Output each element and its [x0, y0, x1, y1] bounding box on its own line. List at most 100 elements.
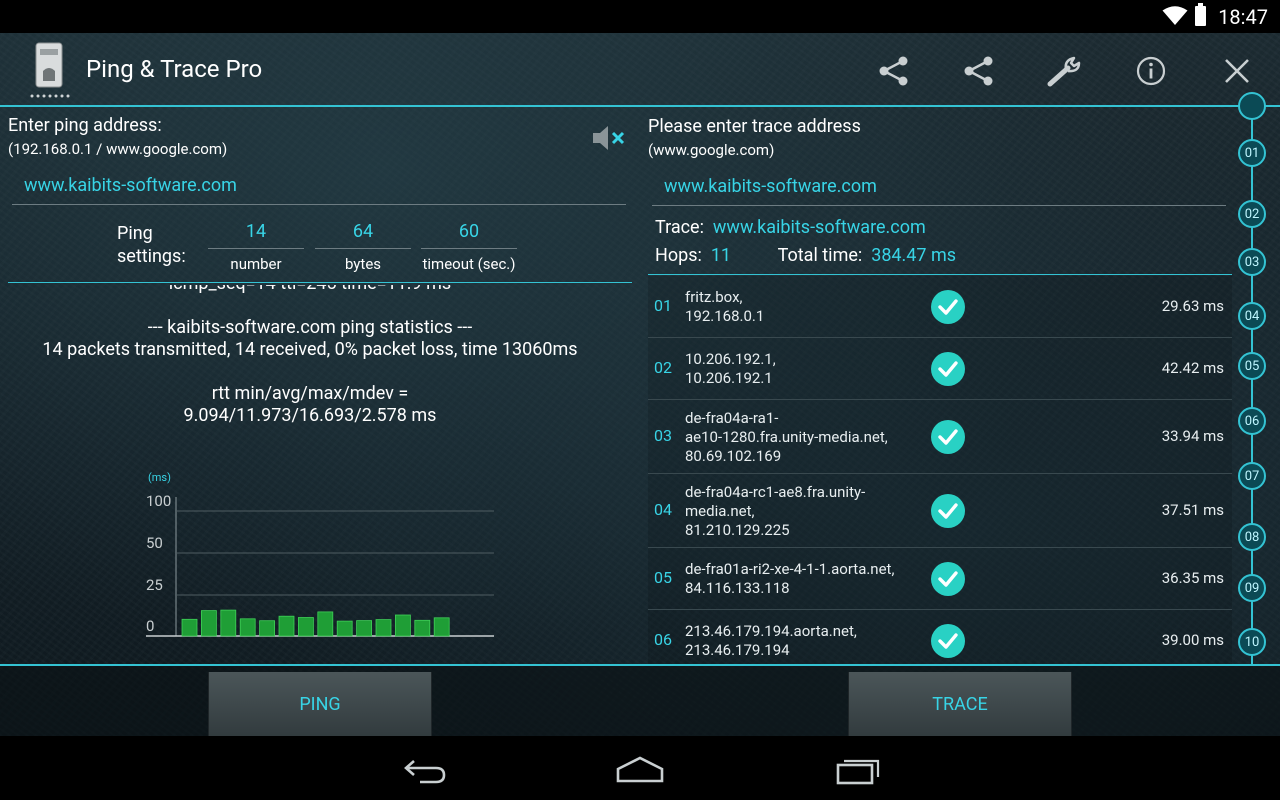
chart-tick-label: 100	[146, 492, 171, 510]
hop-row[interactable]: 05 de-fra01a-ri2-xe-4-1-1.aorta.net, 84.11…	[648, 548, 1232, 610]
timeline-node[interactable]: 05	[1238, 352, 1266, 380]
hop-row[interactable]: 06 213.46.179.194.aorta.net, 213.46.179.19…	[648, 610, 1232, 664]
hop-host: 213.46.179.194.aorta.net, 213.46.179.194	[685, 622, 925, 660]
close-icon	[1225, 59, 1249, 83]
hop-host-line: de-fra04a-ra1-	[685, 408, 779, 427]
speaker-muted-icon	[593, 126, 625, 150]
timeline-node[interactable]: 03	[1238, 248, 1266, 276]
recent-apps-icon	[836, 759, 880, 785]
chart-bar	[220, 609, 237, 637]
close-button[interactable]	[1217, 51, 1257, 91]
chart-bar	[201, 610, 217, 637]
timeline-node[interactable]: 06	[1238, 407, 1266, 435]
ping-bytes-setting: 64 bytes	[315, 221, 411, 273]
battery-icon	[1195, 3, 1206, 26]
chart-bar	[375, 619, 392, 637]
info-button[interactable]	[1131, 51, 1171, 91]
hop-time: 36.35 ms	[1161, 569, 1224, 587]
timeline-node[interactable]: 02	[1238, 200, 1266, 228]
hop-host-line: 213.46.179.194.aorta.net,	[685, 622, 857, 640]
hop-host: 10.206.192.1, 10.206.192.1	[685, 350, 925, 388]
info-icon	[1136, 56, 1166, 86]
timeline-node[interactable]: 04	[1238, 302, 1266, 330]
home-icon	[616, 756, 664, 783]
back-icon	[404, 760, 446, 784]
trace-button[interactable]: TRACE	[848, 672, 1072, 736]
hop-row[interactable]: 02 10.206.192.1, 10.206.192.1 42.42 ms	[648, 338, 1232, 400]
chart-bar	[394, 614, 411, 637]
ping-address-label: Enter ping address:	[8, 115, 162, 136]
trace-target-value: www.kaibits-software.com	[712, 217, 926, 238]
ping-timeout-input[interactable]: 60	[421, 221, 517, 249]
recent-apps-button[interactable]	[828, 750, 888, 790]
app-title: Ping & Trace Pro	[86, 55, 263, 83]
trace-address-input[interactable]: www.kaibits-software.com	[652, 174, 1226, 206]
divider	[648, 274, 1232, 275]
share-result-button[interactable]	[959, 51, 999, 91]
hop-host: de-fra04a-rc1-ae8.fra.unity-media.net, 81…	[685, 483, 925, 540]
check-icon	[931, 494, 965, 528]
hop-host-line: 10.206.192.1,	[685, 350, 776, 368]
trace-target-label: Trace:	[655, 217, 704, 238]
action-bar: Ping & Trace Pro	[0, 33, 1280, 107]
navigation-bar	[0, 736, 1280, 800]
timeline-node[interactable]: 10	[1238, 628, 1266, 656]
home-button[interactable]	[610, 750, 670, 790]
divider	[8, 282, 632, 283]
timeline-node[interactable]: 08	[1238, 523, 1266, 551]
share-icon	[879, 56, 908, 86]
timeline-node[interactable]: 09	[1238, 574, 1266, 602]
chart-bar	[433, 617, 450, 637]
ping-settings-label-line1: Ping	[117, 223, 153, 244]
app-logo-icon	[30, 42, 70, 98]
hop-row[interactable]: 03 de-fra04a-ra1- ae10-1280.fra.unity-medi…	[648, 400, 1232, 474]
hop-host-line: 213.46.179.194	[685, 641, 790, 659]
chart-tick-label: 50	[146, 534, 163, 552]
hops-value: 11	[710, 245, 732, 266]
hop-host-line: 84.116.133.118	[685, 579, 790, 597]
ping-chart-svg: (ms) 100 50 25 0	[146, 471, 494, 637]
chart-bar	[278, 615, 295, 637]
hop-row[interactable]: 01 fritz.box, 192.168.0.1 29.63 ms	[648, 276, 1232, 338]
ping-output: icmp_seq=14 ttl=245 time=11.9 ms --- kai…	[8, 285, 612, 455]
ping-output-line: --- kaibits-software.com ping statistics…	[147, 317, 473, 338]
ping-timeout-caption: timeout (sec.)	[422, 255, 516, 273]
ping-bytes-caption: bytes	[344, 255, 382, 273]
hop-time: 29.63 ms	[1161, 297, 1224, 315]
hop-number: 01	[654, 296, 672, 315]
trace-target: Trace: www.kaibits-software.com	[655, 217, 926, 238]
trace-summary: Hops: 11 Total time: 384.47 ms	[655, 245, 956, 266]
hop-number: 06	[654, 630, 672, 649]
timeline-node[interactable]: 07	[1238, 462, 1266, 490]
hop-time: 33.94 ms	[1161, 427, 1224, 445]
ping-number-input[interactable]: 14	[208, 221, 304, 249]
chart-bar	[356, 620, 373, 637]
hop-host-line: de-fra01a-ri2-xe-4-1-1.aorta.net,	[685, 560, 895, 578]
share-button[interactable]	[874, 51, 914, 91]
hop-time: 42.42 ms	[1161, 359, 1224, 377]
ping-bytes-input[interactable]: 64	[315, 221, 411, 249]
app-window: Ping & Trace Pro Enter ping address: (19…	[0, 33, 1280, 736]
status-time: 18:47	[1218, 5, 1268, 29]
ping-number-caption: number	[230, 255, 282, 273]
bottom-bar: PING TRACE	[0, 664, 1280, 736]
hop-host: fritz.box, 192.168.0.1	[685, 288, 925, 326]
ping-output-line: icmp_seq=14 ttl=245 time=11.9 ms	[8, 285, 612, 295]
chart-bar	[181, 618, 198, 637]
timeline-node[interactable]: 01	[1238, 139, 1266, 167]
chart-bar	[317, 611, 334, 637]
chart-bar	[336, 620, 353, 637]
back-button[interactable]	[394, 750, 454, 790]
hop-list[interactable]: 01 fritz.box, 192.168.0.1 29.63 ms 02 10.206.…	[648, 276, 1232, 664]
mute-button[interactable]	[591, 123, 627, 153]
hop-host-line: 80.69.102.169	[685, 446, 782, 465]
hop-row[interactable]: 04 de-fra04a-rc1-ae8.fra.unity-media.net,…	[648, 474, 1232, 548]
hop-host-line: 81.210.129.225	[685, 520, 790, 539]
hop-host-line: ae10-1280.fra.unity-media.net,	[685, 427, 888, 446]
settings-button[interactable]	[1046, 51, 1086, 91]
ping-address-input[interactable]: www.kaibits-software.com	[12, 173, 626, 205]
ping-button[interactable]: PING	[208, 672, 432, 736]
check-icon	[931, 290, 965, 324]
total-time-label: Total time:	[777, 245, 863, 266]
hop-number: 02	[654, 358, 672, 377]
